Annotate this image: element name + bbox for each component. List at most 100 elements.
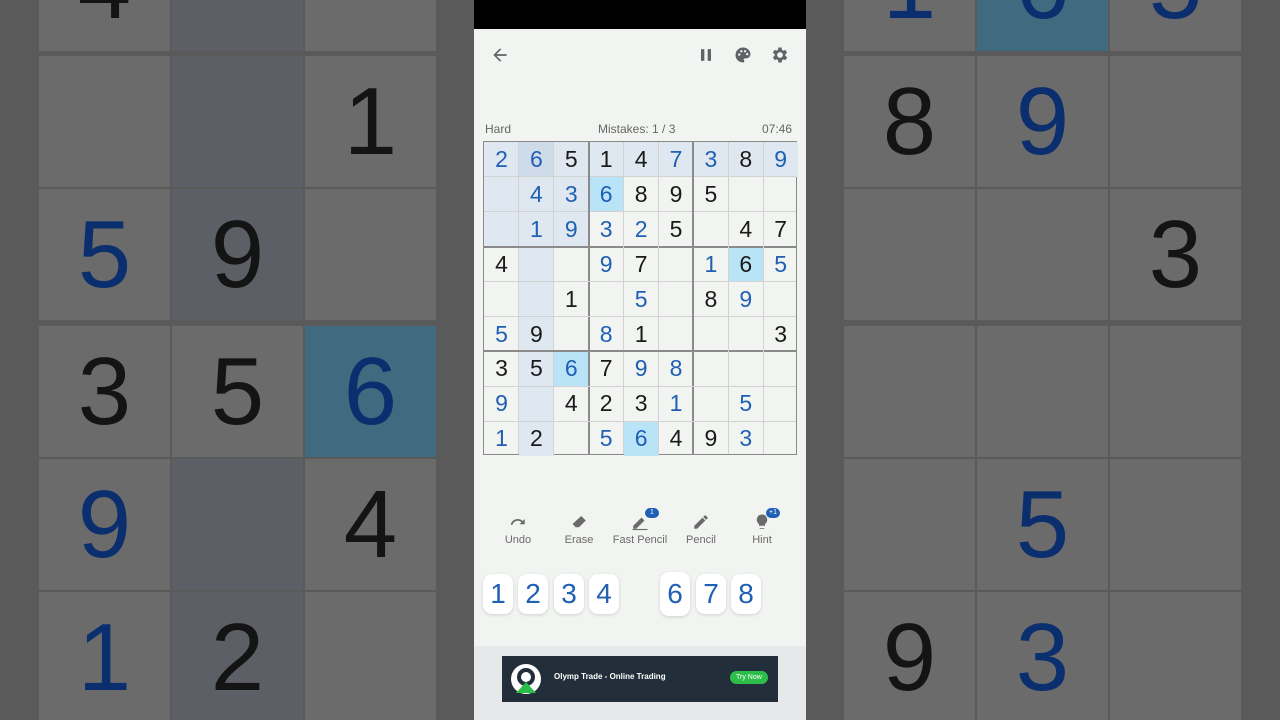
board-cell[interactable]: 8: [693, 282, 728, 317]
board-cell[interactable]: [589, 282, 624, 317]
board-cell[interactable]: 1: [518, 211, 554, 247]
erase-button[interactable]: Erase: [549, 512, 609, 546]
board-cell[interactable]: 5: [763, 247, 798, 282]
board-cell[interactable]: 8: [659, 351, 694, 386]
number-key-1[interactable]: 1: [483, 574, 513, 614]
hint-button[interactable]: +1 Hint: [732, 508, 792, 546]
undo-button[interactable]: Undo: [488, 512, 548, 546]
board-cell[interactable]: 3: [484, 351, 519, 386]
board-cell[interactable]: 1: [554, 282, 589, 317]
board-cell[interactable]: [728, 351, 763, 386]
board-cell[interactable]: 4: [728, 212, 763, 247]
board-cell[interactable]: 4: [554, 386, 589, 421]
board-cell[interactable]: [484, 211, 519, 247]
board-cell[interactable]: 9: [659, 177, 694, 212]
board-cell[interactable]: 7: [658, 142, 694, 177]
board-cell[interactable]: [659, 317, 694, 352]
number-key-6[interactable]: 6: [660, 572, 690, 616]
board-cell[interactable]: 7: [624, 247, 659, 282]
board-cell[interactable]: 3: [589, 212, 624, 247]
board-cell[interactable]: 5: [553, 142, 589, 177]
board-cell[interactable]: [693, 386, 728, 421]
board-cell[interactable]: 5: [589, 421, 624, 456]
board-cell[interactable]: [554, 247, 589, 282]
board-cell[interactable]: [763, 177, 798, 212]
board-cell[interactable]: 9: [728, 282, 763, 317]
board-cell[interactable]: 3: [728, 421, 763, 456]
board-cell[interactable]: 4: [484, 247, 519, 282]
board-cell[interactable]: 5: [624, 282, 659, 317]
board-cell[interactable]: 9: [589, 247, 624, 282]
board-cell[interactable]: 7: [589, 351, 624, 386]
board-cell[interactable]: 5: [518, 351, 554, 387]
board-cell[interactable]: [763, 421, 798, 456]
board-cell[interactable]: 1: [693, 247, 728, 282]
board-cell[interactable]: 7: [763, 212, 798, 247]
board-cell[interactable]: [554, 421, 589, 456]
board-cell[interactable]: [484, 282, 519, 317]
board-cell[interactable]: 4: [659, 421, 694, 456]
board-cell[interactable]: 1: [484, 421, 519, 456]
board-cell[interactable]: [518, 281, 554, 317]
pencil-button[interactable]: Pencil: [671, 512, 731, 546]
board-cell[interactable]: 3: [553, 176, 589, 212]
board-cell[interactable]: [693, 317, 728, 352]
board-cell[interactable]: [763, 351, 798, 386]
gear-icon[interactable]: [766, 41, 794, 69]
board-cell[interactable]: 9: [693, 421, 728, 456]
grid-line: [484, 245, 796, 248]
board-cell[interactable]: 6: [588, 176, 624, 212]
board-cell[interactable]: 8: [589, 317, 624, 352]
board-cell[interactable]: 1: [588, 142, 624, 177]
palette-icon[interactable]: [729, 41, 757, 69]
board-cell[interactable]: [659, 247, 694, 282]
board-cell[interactable]: 1: [659, 386, 694, 421]
board-cell[interactable]: 6: [518, 142, 554, 177]
board-cell[interactable]: 6: [623, 421, 659, 457]
board-cell[interactable]: [763, 386, 798, 421]
board-cell[interactable]: [484, 176, 519, 212]
board-cell[interactable]: [763, 282, 798, 317]
board-cell[interactable]: 5: [728, 386, 763, 421]
fast-pencil-button[interactable]: 1 Fast Pencil: [610, 508, 670, 546]
board-cell[interactable]: [518, 386, 554, 422]
board-cell[interactable]: 9: [763, 142, 799, 177]
ad-banner[interactable]: Olymp Trade - Online Trading Try Now: [502, 656, 778, 702]
board-cell[interactable]: 5: [693, 177, 728, 212]
board-cell[interactable]: [554, 317, 589, 352]
board-cell[interactable]: 2: [518, 421, 554, 457]
board-cell[interactable]: 5: [484, 317, 519, 352]
board-cell[interactable]: 3: [763, 317, 798, 352]
board-cell[interactable]: 2: [624, 212, 659, 247]
board-cell[interactable]: [728, 177, 763, 212]
board-cell[interactable]: 6: [553, 351, 589, 387]
ad-cta-button[interactable]: Try Now: [730, 671, 768, 684]
board-cell[interactable]: 9: [518, 316, 554, 352]
number-key-4[interactable]: 4: [589, 574, 619, 614]
board-cell[interactable]: [693, 212, 728, 247]
board-cell[interactable]: 9: [484, 386, 519, 421]
number-key-2[interactable]: 2: [518, 574, 548, 614]
pause-icon[interactable]: [692, 41, 720, 69]
board-cell[interactable]: [659, 282, 694, 317]
board-cell[interactable]: 4: [623, 142, 659, 177]
board-cell[interactable]: 2: [589, 386, 624, 421]
back-arrow-icon[interactable]: [486, 41, 514, 69]
board-cell[interactable]: 4: [518, 176, 554, 212]
board-cell[interactable]: 9: [553, 211, 589, 247]
board-cell[interactable]: 3: [624, 386, 659, 421]
board-cell[interactable]: 9: [624, 351, 659, 386]
board-cell[interactable]: [728, 317, 763, 352]
board-cell[interactable]: 8: [728, 142, 764, 177]
number-key-3[interactable]: 3: [554, 574, 584, 614]
board-cell[interactable]: [693, 351, 728, 386]
board-cell[interactable]: 3: [693, 142, 729, 177]
board-cell[interactable]: 2: [484, 142, 519, 177]
number-key-8[interactable]: 8: [731, 574, 761, 614]
board-cell[interactable]: 6: [728, 246, 764, 282]
number-key-7[interactable]: 7: [696, 574, 726, 614]
board-cell[interactable]: 8: [624, 177, 659, 212]
board-cell[interactable]: 1: [624, 317, 659, 352]
board-cell[interactable]: 5: [659, 212, 694, 247]
board-cell[interactable]: [518, 246, 554, 282]
